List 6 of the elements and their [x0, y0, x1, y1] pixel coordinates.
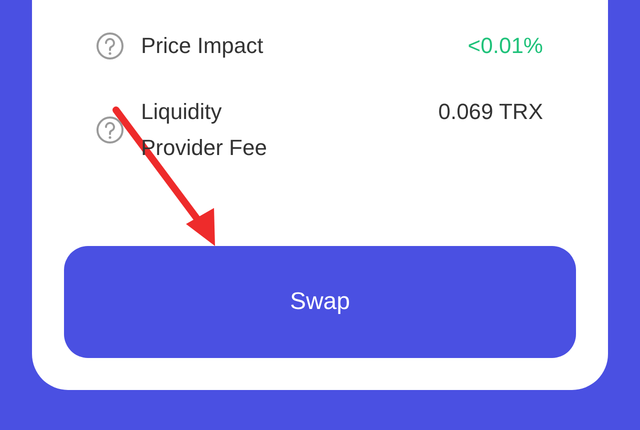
help-icon[interactable] — [96, 116, 124, 144]
detail-value: <0.01% — [468, 32, 543, 60]
help-icon[interactable] — [96, 32, 124, 60]
detail-label: Price Impact — [141, 32, 264, 60]
detail-value: 0.069 TRX — [438, 98, 543, 126]
swap-button[interactable]: Swap — [64, 246, 576, 358]
